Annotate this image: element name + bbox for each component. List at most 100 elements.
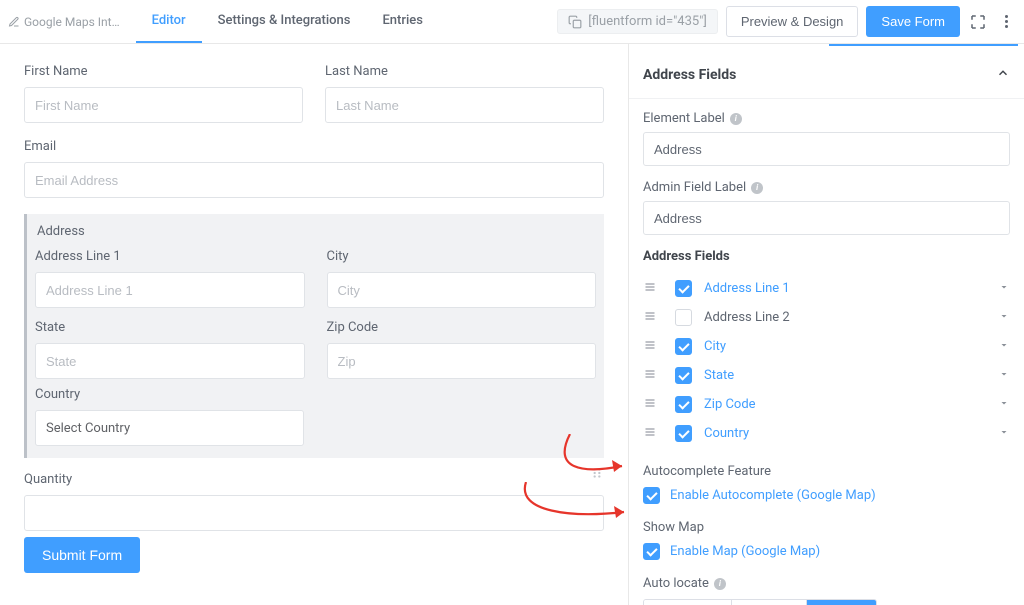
- save-button[interactable]: Save Form: [866, 6, 960, 37]
- info-icon[interactable]: i: [730, 113, 742, 125]
- drag-handle-icon[interactable]: [643, 310, 661, 326]
- form-canvas: First Name Last Name Email Address Addre…: [0, 44, 629, 605]
- chevron-down-icon[interactable]: [998, 310, 1010, 326]
- autocomplete-label: Enable Autocomplete (Google Map): [670, 488, 876, 503]
- country-value: Select Country: [46, 421, 130, 436]
- city-input[interactable]: [327, 272, 597, 308]
- address-field-row[interactable]: Country: [643, 419, 1010, 448]
- field-name: State: [704, 368, 734, 383]
- state-label: State: [35, 320, 305, 335]
- quantity-input[interactable]: [24, 495, 604, 531]
- breadcrumb-text: Google Maps Int…: [24, 15, 120, 29]
- autolocate-page-load[interactable]: Page Load: [644, 600, 732, 605]
- tab-entries[interactable]: Entries: [366, 0, 438, 43]
- email-label: Email: [24, 139, 604, 154]
- sidebar-tab-indicator: [829, 44, 1018, 46]
- topbar: Google Maps Int… Editor Settings & Integ…: [0, 0, 1024, 44]
- chevron-down-icon[interactable]: [998, 368, 1010, 384]
- expand-icon[interactable]: [968, 12, 988, 32]
- element-label-caption: Element Labeli: [643, 111, 1010, 126]
- topbar-right: [fluentform id="435"] Preview & Design S…: [557, 6, 1016, 37]
- showmap-checkbox[interactable]: [643, 543, 660, 560]
- drag-handle-icon[interactable]: [643, 339, 661, 355]
- top-tabs: Editor Settings & Integrations Entries: [136, 0, 439, 43]
- autolocate-header: Auto locatei: [643, 576, 1010, 591]
- autolocate-group: Page Load On Click Disable: [643, 599, 877, 605]
- drag-handle-icon[interactable]: [643, 281, 661, 297]
- addr-line1-label: Address Line 1: [35, 249, 305, 264]
- showmap-header: Show Map: [643, 520, 1010, 535]
- element-label-input[interactable]: [643, 132, 1010, 166]
- main: First Name Last Name Email Address Addre…: [0, 44, 1024, 605]
- address-field-row[interactable]: City: [643, 332, 1010, 361]
- chevron-down-icon[interactable]: [998, 426, 1010, 442]
- info-icon[interactable]: i: [751, 182, 763, 194]
- field-name: Zip Code: [704, 397, 756, 412]
- drag-handle-icon[interactable]: [590, 466, 604, 484]
- preview-button[interactable]: Preview & Design: [726, 6, 859, 37]
- more-icon[interactable]: [996, 12, 1016, 32]
- address-block[interactable]: Address Address Line 1 City State Zip Co…: [24, 214, 604, 458]
- sidebar-section-header[interactable]: Address Fields: [629, 52, 1024, 99]
- chevron-up-icon: [996, 66, 1010, 84]
- shortcode-text: [fluentform id="435"]: [588, 14, 707, 29]
- copy-icon: [568, 15, 582, 29]
- address-fields-header: Address Fields: [643, 249, 1010, 264]
- field-checkbox[interactable]: [675, 425, 692, 442]
- pencil-icon: [8, 16, 20, 28]
- tab-editor[interactable]: Editor: [136, 0, 202, 43]
- drag-handle-icon[interactable]: [643, 368, 661, 384]
- autocomplete-option-row[interactable]: Enable Autocomplete (Google Map): [643, 487, 1010, 504]
- zip-label: Zip Code: [327, 320, 597, 335]
- last-name-label: Last Name: [325, 64, 604, 79]
- field-name: Address Line 1: [704, 281, 790, 296]
- first-name-input[interactable]: [24, 87, 303, 123]
- shortcode-box[interactable]: [fluentform id="435"]: [557, 9, 718, 34]
- drag-handle-icon[interactable]: [643, 426, 661, 442]
- sidebar-section-title: Address Fields: [643, 67, 736, 83]
- submit-button[interactable]: Submit Form: [24, 537, 140, 573]
- showmap-option-row[interactable]: Enable Map (Google Map): [643, 543, 1010, 560]
- address-field-row[interactable]: State: [643, 361, 1010, 390]
- last-name-input[interactable]: [325, 87, 604, 123]
- field-checkbox[interactable]: [675, 309, 692, 326]
- field-checkbox[interactable]: [675, 367, 692, 384]
- sidebar-body: Element Labeli Admin Field Labeli Addres…: [629, 99, 1024, 605]
- breadcrumb[interactable]: Google Maps Int…: [4, 15, 128, 29]
- sidebar: Address Fields Element Labeli Admin Fiel…: [629, 44, 1024, 605]
- drag-handle-icon[interactable]: [643, 397, 661, 413]
- autolocate-on-click[interactable]: On Click: [732, 600, 807, 605]
- addr-line1-input[interactable]: [35, 272, 305, 308]
- field-name: City: [704, 339, 726, 354]
- address-field-row[interactable]: Address Line 1: [643, 274, 1010, 303]
- autocomplete-checkbox[interactable]: [643, 487, 660, 504]
- field-checkbox[interactable]: [675, 396, 692, 413]
- topbar-left: Google Maps Int… Editor Settings & Integ…: [4, 0, 439, 43]
- quantity-label: Quantity: [24, 472, 604, 487]
- zip-input[interactable]: [327, 343, 597, 379]
- tab-settings[interactable]: Settings & Integrations: [202, 0, 367, 43]
- chevron-down-icon[interactable]: [998, 339, 1010, 355]
- state-input[interactable]: [35, 343, 305, 379]
- address-field-row[interactable]: Address Line 2: [643, 303, 1010, 332]
- address-title: Address: [35, 222, 596, 245]
- chevron-down-icon[interactable]: [998, 397, 1010, 413]
- city-label: City: [327, 249, 597, 264]
- admin-label-caption: Admin Field Labeli: [643, 180, 1010, 195]
- field-name: Address Line 2: [704, 310, 790, 325]
- field-name: Country: [704, 426, 749, 441]
- country-label: Country: [35, 387, 596, 402]
- field-checkbox[interactable]: [675, 338, 692, 355]
- country-select[interactable]: Select Country: [35, 410, 304, 446]
- autocomplete-header: Autocomplete Feature: [643, 464, 1010, 479]
- autolocate-disable[interactable]: Disable: [807, 600, 876, 605]
- address-field-row[interactable]: Zip Code: [643, 390, 1010, 419]
- chevron-down-icon[interactable]: [998, 281, 1010, 297]
- address-fields-list: Address Line 1 Address Line 2 City State Zip…: [643, 274, 1010, 448]
- admin-label-input[interactable]: [643, 201, 1010, 235]
- field-checkbox[interactable]: [675, 280, 692, 297]
- email-input[interactable]: [24, 162, 604, 198]
- showmap-label: Enable Map (Google Map): [670, 544, 820, 559]
- info-icon[interactable]: i: [714, 578, 726, 590]
- first-name-label: First Name: [24, 64, 303, 79]
